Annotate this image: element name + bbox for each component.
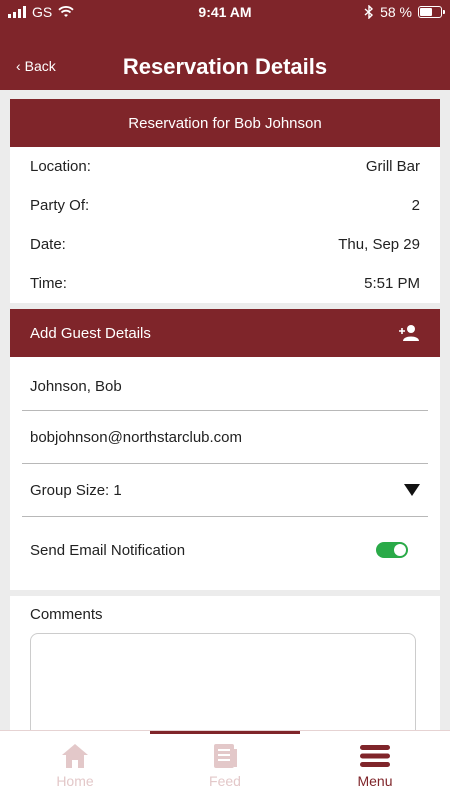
tab-indicator [150, 731, 300, 734]
location-value: Grill Bar [365, 158, 420, 175]
signal-icon [8, 6, 26, 18]
guest-heading-bar: Add Guest Details [10, 309, 440, 357]
tab-menu-label: Menu [357, 773, 393, 789]
home-icon [62, 744, 88, 768]
group-size-select[interactable]: Group Size: 1 [22, 464, 428, 517]
guest-name-field[interactable]: Johnson, Bob [22, 363, 428, 411]
time-value: 5:51 PM [364, 275, 420, 292]
status-right: 58 % [364, 4, 445, 20]
time-label: Time: [30, 275, 67, 292]
notification-label: Send Email Notification [30, 541, 186, 559]
feed-icon [214, 744, 237, 768]
info-row-time: Time: 5:51 PM [10, 264, 440, 303]
dropdown-arrow-icon [404, 484, 420, 496]
tab-home[interactable]: Home [0, 731, 150, 800]
add-person-icon[interactable] [398, 324, 420, 342]
battery-percent: 58 % [380, 4, 412, 20]
status-bar: GS 9:41 AM 58 % [0, 0, 450, 24]
location-label: Location: [30, 158, 91, 175]
reservation-heading: Reservation for Bob Johnson [10, 99, 440, 147]
menu-icon [360, 745, 390, 767]
guest-email-value: bobjohnson@northstarclub.com [30, 428, 243, 446]
tab-feed[interactable]: Feed [150, 731, 300, 800]
app: GS 9:41 AM 58 % ‹ Back Reservation Detai… [0, 0, 450, 800]
guest-name-value: Johnson, Bob [30, 378, 122, 395]
info-row-party: Party Of: 2 [10, 186, 440, 225]
page-title: Reservation Details [122, 54, 328, 79]
info-row-date: Date: Thu, Sep 29 [10, 225, 440, 264]
guest-card: Add Guest Details Johnson, Bob bobjohnso… [10, 309, 440, 590]
info-row-location: Location: Grill Bar [10, 147, 440, 186]
comments-card: Comments [10, 596, 440, 753]
toggle-knob [394, 544, 406, 556]
tab-feed-label: Feed [209, 773, 241, 789]
guest-email-field[interactable]: bobjohnson@northstarclub.com [22, 411, 428, 464]
comments-label: Comments [30, 606, 103, 623]
notification-row: Send Email Notification [10, 517, 440, 583]
party-label: Party Of: [30, 197, 90, 214]
wifi-icon [58, 6, 74, 17]
reservation-card: Reservation for Bob Johnson Location: Gr… [10, 99, 440, 303]
battery-icon [418, 6, 445, 18]
guest-heading: Add Guest Details [30, 324, 151, 342]
party-value: 2 [411, 197, 420, 214]
group-size-value: Group Size: 1 [30, 481, 122, 499]
tab-menu[interactable]: Menu [300, 731, 450, 800]
nav-header: ‹ Back Reservation Details [0, 24, 450, 90]
bluetooth-icon [364, 5, 374, 19]
tab-bar: Home Feed Menu [0, 730, 450, 800]
tab-home-label: Home [56, 773, 94, 789]
notification-toggle[interactable] [376, 542, 408, 558]
status-left: GS [8, 4, 74, 20]
date-label: Date: [30, 236, 66, 253]
battery-fill [420, 8, 432, 16]
date-value: Thu, Sep 29 [338, 236, 420, 253]
carrier-label: GS [32, 4, 53, 20]
